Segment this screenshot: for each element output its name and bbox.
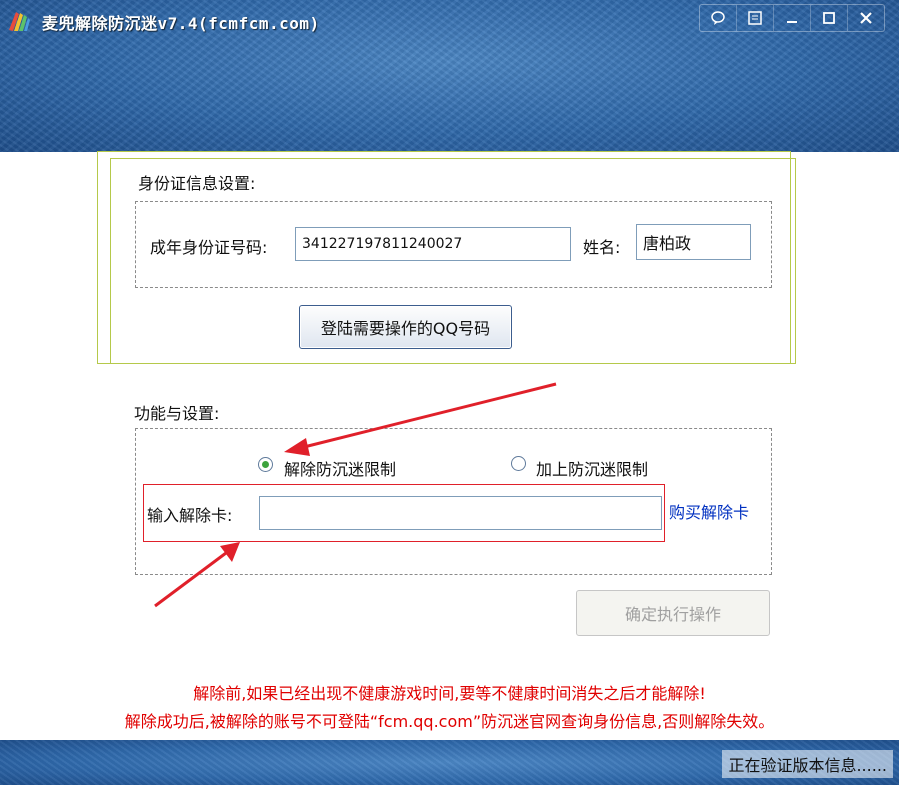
status-text: 正在验证版本信息...... <box>722 750 893 778</box>
status-bar: 正在验证版本信息...... <box>0 740 899 785</box>
warning-note-2: 解除成功后,被解除的账号不可登陆“fcm.qq.com”防沉迷官网查询身份信息,… <box>124 712 775 731</box>
warning-note-1: 解除前,如果已经出现不健康游戏时间,要等不健康时间消失之后才能解除! <box>193 684 706 703</box>
arrow-to-radio <box>284 382 557 456</box>
annotation-arrows <box>154 382 557 608</box>
arrow-to-card <box>154 542 240 608</box>
